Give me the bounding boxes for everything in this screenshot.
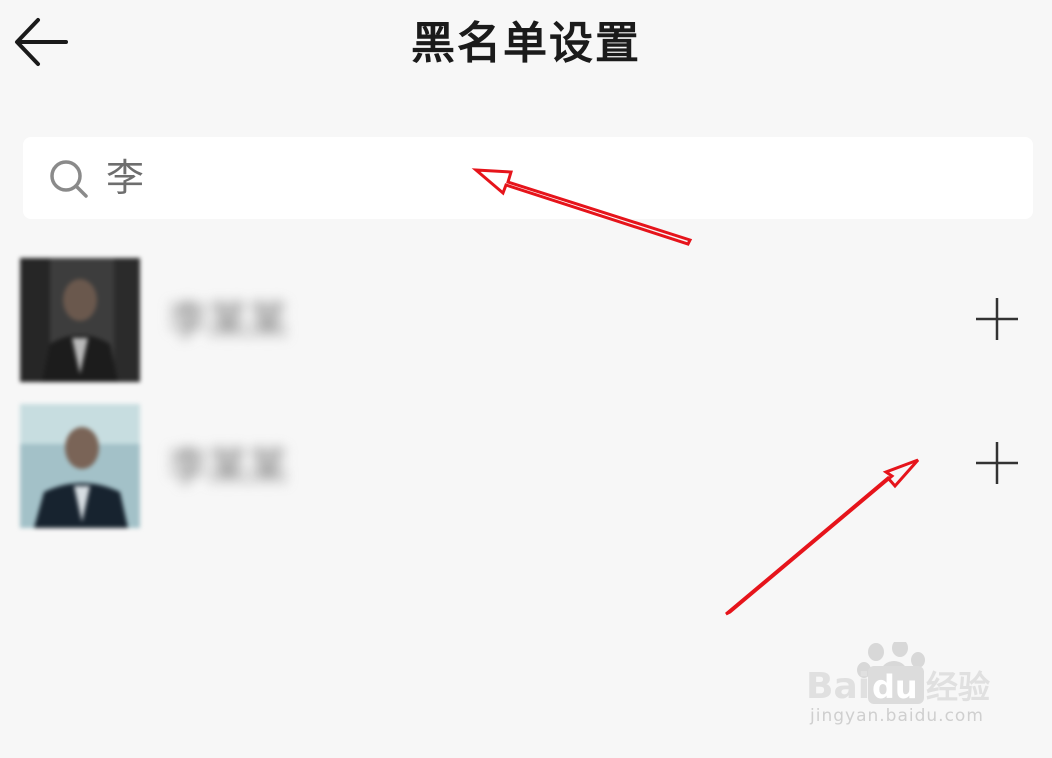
search-input[interactable] bbox=[23, 137, 1033, 219]
avatar bbox=[20, 258, 140, 382]
search-icon bbox=[50, 160, 88, 198]
contact-name: 李某某 bbox=[168, 298, 288, 344]
svg-text:du: du bbox=[872, 668, 918, 706]
add-button[interactable] bbox=[974, 296, 1020, 342]
header: 黑名单设置 bbox=[0, 0, 1052, 92]
page-title: 黑名单设置 bbox=[411, 18, 641, 69]
svg-text:经验: 经验 bbox=[926, 668, 990, 706]
contact-row[interactable]: 李某某 bbox=[20, 258, 1032, 382]
search-query[interactable]: 李 bbox=[106, 151, 144, 205]
svg-text:Bai: Bai bbox=[806, 666, 870, 707]
avatar bbox=[20, 404, 140, 528]
contact-name: 李某某 bbox=[168, 444, 288, 490]
plus-icon bbox=[976, 298, 1018, 340]
add-button[interactable] bbox=[974, 440, 1020, 486]
plus-icon bbox=[976, 442, 1018, 484]
contact-row[interactable]: 李某某 bbox=[20, 404, 1032, 528]
watermark-url: jingyan.baidu.com bbox=[810, 706, 984, 726]
